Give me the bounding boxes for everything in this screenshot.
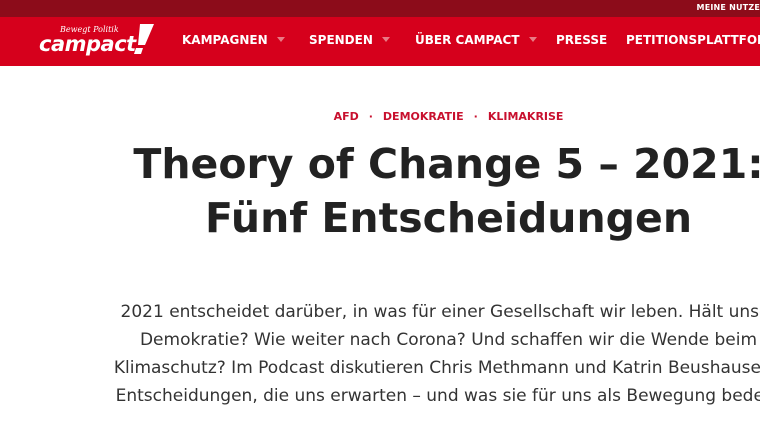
- title-line: Fünf Entscheidungen: [204, 194, 693, 242]
- nav-item-petitionsplattform[interactable]: PETITIONSPLATTFORM: [626, 17, 760, 66]
- page-title: Theory of Change 5 – 2021: Fünf Entschei…: [0, 137, 760, 245]
- nav-item-label: SPENDEN: [309, 33, 373, 47]
- main-navigation: Bewegt Politik campact KAMPAGNEN SPENDEN…: [0, 17, 760, 66]
- title-line: Theory of Change 5 – 2021:: [133, 140, 760, 188]
- intro-line: Demokratie? Wie weiter nach Corona? Und …: [139, 330, 758, 350]
- chevron-down-icon: [276, 37, 285, 42]
- intro-line: 2021 entscheidet darüber, in was für ein…: [120, 302, 760, 322]
- nav-item-spenden[interactable]: SPENDEN: [309, 17, 390, 66]
- nav-item-presse[interactable]: PRESSE: [556, 17, 607, 66]
- campact-logo[interactable]: Bewegt Politik campact: [38, 23, 158, 59]
- intro-line: Klimaschutz? Im Podcast diskutieren Chri…: [113, 358, 760, 378]
- nav-item-kampagnen[interactable]: KAMPAGNEN: [182, 17, 285, 66]
- logo-wordmark: campact: [39, 32, 136, 56]
- chevron-down-icon: [381, 37, 390, 42]
- nav-item-ueber-campact[interactable]: ÜBER CAMPACT: [415, 17, 537, 66]
- tag-separator: ·: [368, 110, 373, 123]
- tag-klimakrise[interactable]: KLIMAKRISE: [488, 110, 564, 123]
- nav-item-label: KAMPAGNEN: [182, 33, 268, 47]
- tag-separator: ·: [473, 110, 478, 123]
- exclamation-mark-icon: [134, 24, 154, 54]
- tag-afd[interactable]: AFD: [334, 110, 359, 123]
- chevron-down-icon: [528, 37, 537, 42]
- nav-item-label: PRESSE: [556, 33, 608, 47]
- article-tags: AFD · DEMOKRATIE · KLIMAKRISE: [0, 110, 760, 123]
- nav-item-label: ÜBER CAMPACT: [415, 33, 520, 47]
- tag-demokratie[interactable]: DEMOKRATIE: [383, 110, 464, 123]
- account-link[interactable]: MEINE NUTZE: [697, 3, 760, 12]
- top-utility-bar: MEINE NUTZE: [0, 0, 760, 17]
- nav-item-label: PETITIONSPLATTFORM: [626, 33, 760, 47]
- article-intro: 2021 entscheidet darüber, in was für ein…: [0, 298, 760, 410]
- intro-line: Entscheidungen, die uns erwarten – und w…: [115, 386, 760, 406]
